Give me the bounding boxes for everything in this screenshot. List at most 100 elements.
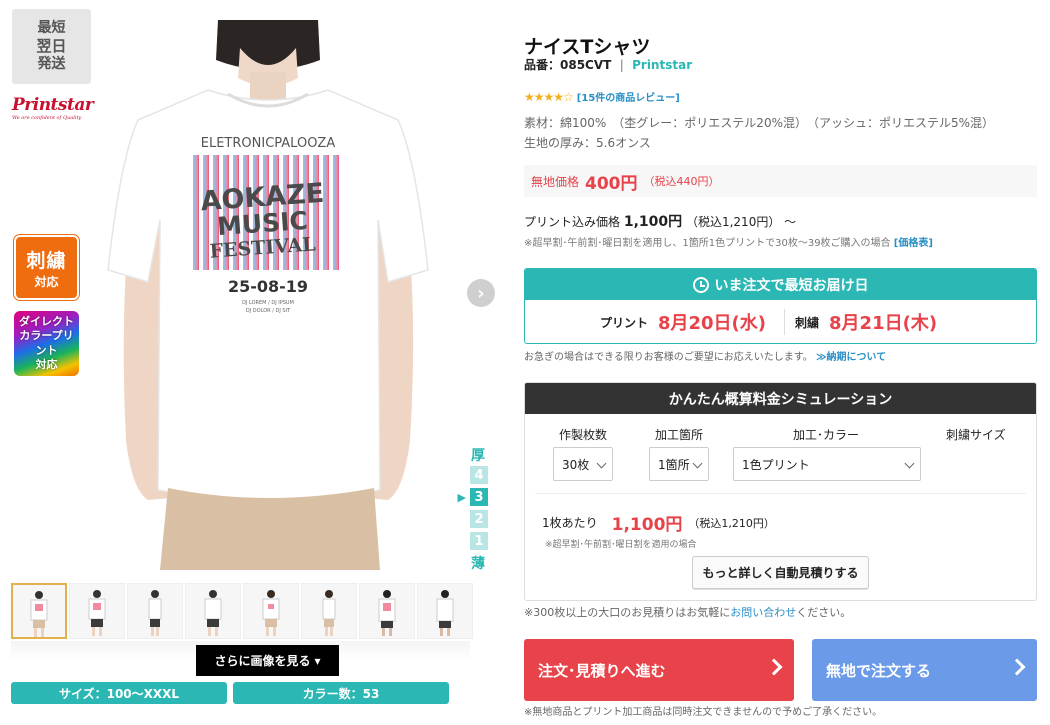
chevron-right-icon	[1008, 658, 1026, 676]
thumbnail-7[interactable]	[359, 583, 415, 639]
print-place-label: 加工箇所	[655, 428, 704, 442]
product-title: ナイスTシャツ	[524, 36, 651, 58]
embroidery-delivery-label: 刺繍	[795, 315, 820, 330]
chevron-right-icon	[765, 658, 783, 676]
thumbnail-6[interactable]	[301, 583, 357, 639]
plain-price-label: 無地価格	[531, 174, 580, 189]
per-unit-tax: （税込1,210円）	[688, 516, 775, 530]
thumbnail-3[interactable]	[127, 583, 183, 639]
simulation-note: ※超早割･午前割･曜日割を適用の場合	[545, 540, 697, 550]
printstar-logo: Printstar We are confident of Quality	[12, 95, 94, 125]
print-date: 25-08-19	[228, 277, 308, 296]
badge-line-1: 最短	[37, 19, 66, 36]
badge-line-3: 発送	[37, 55, 66, 72]
price-table-link[interactable]: [価格表]	[894, 238, 933, 249]
dc-badge-line-3: 対応	[35, 357, 58, 371]
size-range-pill[interactable]: サイズ：100〜XXXL	[11, 682, 227, 704]
delivery-body: プリント 8月20日(水) 刺繍 8月21日(木)	[525, 300, 1036, 343]
plain-price-value: 400円	[585, 173, 638, 194]
plain-order-button[interactable]: 無地で注文する	[812, 639, 1037, 701]
print-color-label: 加工･カラー	[793, 428, 860, 442]
thumbnail-1[interactable]	[11, 583, 67, 639]
print-place-select[interactable]: 1箇所	[649, 447, 709, 481]
per-unit-label: 1枚あたり	[542, 516, 598, 530]
print-color-select-value: 1色プリント	[742, 457, 810, 472]
order-quote-label: 注文･見積りへ進む	[538, 661, 666, 680]
fast-shipping-badge: 最短 翌日 発送	[12, 9, 91, 84]
qty-select[interactable]: 30枚	[553, 447, 613, 481]
print-small-1: DJ LOREM / DJ IPSUM	[242, 300, 294, 306]
mixed-order-note: ※無地商品とプリント加工商品は同時注文できませんので予めご了承ください。	[524, 707, 883, 718]
print-price-line: プリント込み価格 1,100円 （税込1,210円） 〜	[524, 211, 796, 231]
plain-order-label: 無地で注文する	[826, 661, 932, 680]
qty-select-value: 30枚	[562, 457, 590, 472]
detailed-quote-button[interactable]: もっと詳しく自動見積りする	[692, 556, 869, 589]
print-place-select-value: 1箇所	[658, 457, 690, 472]
urgent-note: お急ぎの場合はできる限りお客様のご要望にお応えいたします。 ≫納期について	[524, 348, 886, 363]
brand-link[interactable]: Printstar	[632, 58, 692, 72]
bulk-order-note: ※300枚以上の大口のお見積りはお気軽にお問い合わせください。	[524, 604, 851, 620]
next-image-arrow-icon[interactable]: ›	[467, 279, 495, 307]
fabric-thickness-spec: 生地の厚み：5.6オンス	[524, 136, 651, 150]
plain-price-tax: （税込440円）	[643, 175, 720, 188]
main-product-photo[interactable]: ELETRONICPALOOZA AOKAZE MUSIC FESTIVAL 2…	[98, 20, 438, 570]
print-color-select[interactable]: 1色プリント	[733, 447, 921, 481]
product-code: 品番：085CVT	[524, 58, 612, 72]
thickness-scale: 厚 4 ▶ 3 2 1 薄	[448, 445, 488, 573]
print-small-2: DJ DOLOR / DJ SIT	[246, 308, 291, 314]
print-price-note: ※超早割･午前割･曜日割を適用し、1箇所1色プリントで30枚〜39枚ご購入の場合…	[524, 234, 933, 249]
logo-word: Printstar	[12, 95, 94, 115]
delivery-date-box: いま注文で最短お届け日 プリント 8月20日(水) 刺繍 8月21日(木)	[524, 268, 1037, 344]
chevron-down-icon	[904, 458, 915, 469]
chevron-down-icon	[596, 458, 607, 469]
more-images-button[interactable]: さらに画像を見る ▾	[196, 645, 339, 676]
simulation-divider	[535, 493, 1026, 494]
print-price-value: 1,100円	[623, 214, 683, 230]
thumbnail-8[interactable]	[417, 583, 473, 639]
thumbnail-2[interactable]	[69, 583, 125, 639]
delivery-heading: いま注文で最短お届け日	[714, 277, 869, 294]
urgent-note-text: お急ぎの場合はできる限りお客様のご要望にお応えいたします。	[524, 352, 813, 363]
embroidery-badge: 刺繍 対応	[14, 235, 79, 300]
thickness-level-3-current: ▶ 3	[448, 487, 488, 507]
print-price-label: プリント込み価格	[524, 215, 621, 229]
thumbnail-4[interactable]	[185, 583, 241, 639]
thickness-level-2: 2	[448, 509, 488, 529]
plain-price-box: 無地価格 400円 （税込440円）	[524, 165, 1037, 197]
rating-row: ★★★★☆ [15件の商品レビュー]	[524, 89, 680, 105]
print-delivery: プリント 8月20日(水)	[525, 309, 785, 335]
direct-color-print-badge: ダイレクト カラープリント 対応	[14, 311, 79, 376]
thickness-level-1: 1	[448, 531, 488, 551]
print-delivery-date: 8月20日(水)	[657, 313, 766, 334]
embroidery-badge-sub: 対応	[34, 274, 59, 289]
contact-link[interactable]: お問い合わせ	[730, 606, 796, 619]
print-price-suffix: 〜	[784, 215, 797, 229]
dc-badge-line-1: ダイレクト	[19, 314, 74, 328]
thumbnail-5[interactable]	[243, 583, 299, 639]
delivery-header: いま注文で最短お届け日	[525, 269, 1036, 300]
per-unit-price: 1枚あたり 1,100円 （税込1,210円）	[542, 510, 775, 535]
embroidery-delivery: 刺繍 8月21日(木)	[785, 309, 1036, 335]
print-line-1: ELETRONICPALOOZA	[201, 136, 336, 151]
thickness-level-4: 4	[448, 465, 488, 485]
reviews-link[interactable]: [15件の商品レビュー]	[577, 89, 680, 104]
per-unit-value: 1,100円	[611, 515, 683, 535]
order-quote-button[interactable]: 注文･見積りへ進む	[524, 639, 794, 701]
print-delivery-label: プリント	[599, 315, 648, 330]
clock-icon	[692, 276, 709, 293]
badge-line-2: 翌日	[36, 37, 67, 56]
price-simulation-box: かんたん概算料金シミュレーション 作製枚数 加工箇所 加工･カラー 刺繍サイズ …	[524, 382, 1037, 601]
print-price-note-text: ※超早割･午前割･曜日割を適用し、1箇所1色プリントで30枚〜39枚ご購入の場合	[524, 238, 891, 249]
thickness-thin-label: 薄	[471, 556, 485, 572]
thumbnail-strip	[11, 583, 473, 639]
color-count-pill[interactable]: カラー数：53	[233, 682, 449, 704]
qty-label: 作製枚数	[559, 428, 608, 442]
thickness-thick-label: 厚	[471, 448, 485, 464]
dc-badge-line-2: カラープリント	[19, 329, 74, 357]
model-tshirt-illustration: ELETRONICPALOOZA AOKAZE MUSIC FESTIVAL 2…	[107, 20, 429, 570]
print-price-tax: （税込1,210円）	[685, 215, 781, 229]
delivery-info-link[interactable]: ≫納期について	[816, 352, 886, 363]
simulation-heading: かんたん概算料金シミュレーション	[525, 383, 1036, 414]
embroidery-badge-title: 刺繍	[26, 249, 67, 272]
product-page: 最短 翌日 発送 Printstar We are confident of Q…	[0, 0, 1050, 725]
